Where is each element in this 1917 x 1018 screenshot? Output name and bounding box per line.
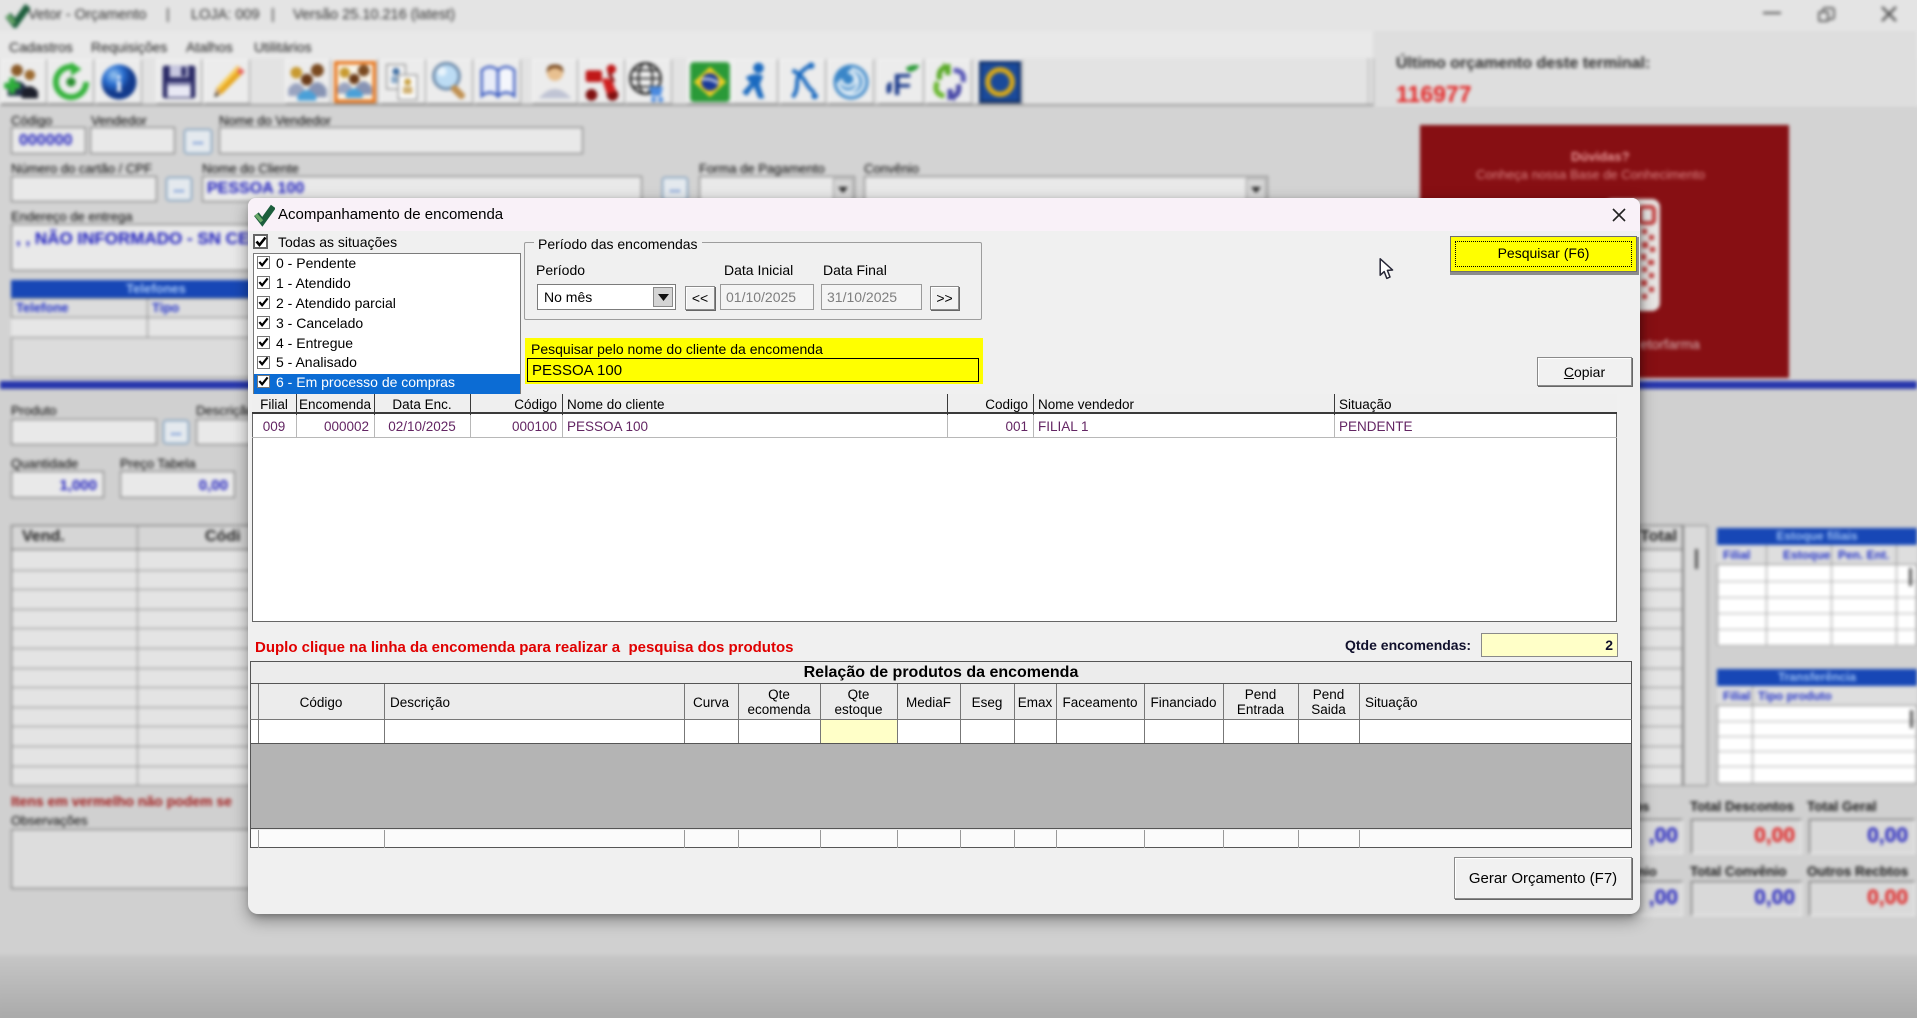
svg-text:F: F bbox=[893, 69, 912, 102]
svg-text:i: i bbox=[116, 71, 123, 97]
